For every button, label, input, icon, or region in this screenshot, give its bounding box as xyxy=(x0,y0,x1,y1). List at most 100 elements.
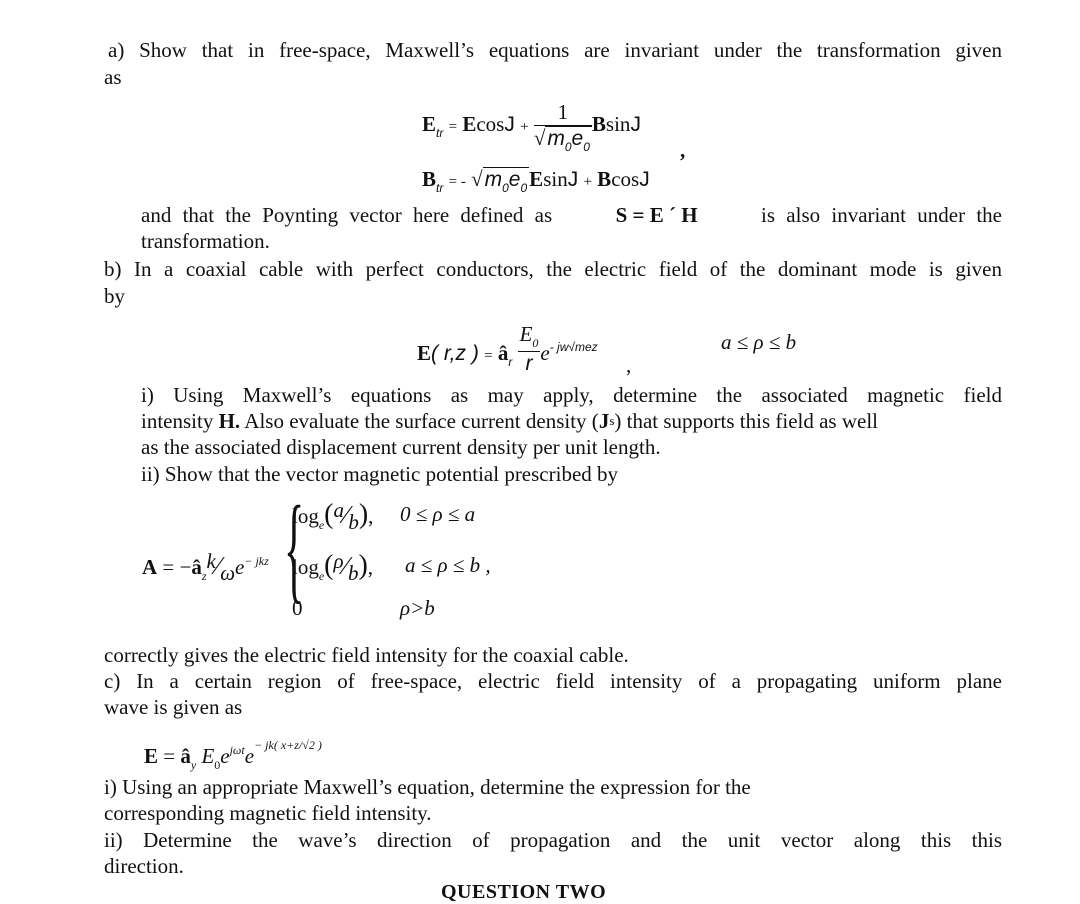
exponent: jωt xyxy=(229,743,245,757)
eq-angle: J xyxy=(504,113,515,136)
fraction-denominator: √m0e0 xyxy=(533,126,592,154)
sym-omega: ω xyxy=(220,561,236,585)
eq-term: B xyxy=(597,167,612,191)
eq-term: E xyxy=(462,112,477,136)
part-c-text-line2: wave is given as xyxy=(104,695,243,719)
case-condition-2: a ≤ ρ ≤ b , xyxy=(405,553,491,577)
equation-vector-potential: A = −âzk∕ωe− jkz xyxy=(142,549,269,585)
fraction-numerator: 1 xyxy=(533,100,592,126)
eq-fn: cos xyxy=(611,167,640,191)
part-b-i-line2: intensity H. Also evaluate the surface c… xyxy=(141,408,1002,434)
exp-base: e xyxy=(540,341,550,365)
case-row-2: loge(ρ∕b), xyxy=(292,549,374,585)
eq-fraction: 1 √m0e0 xyxy=(533,100,592,154)
eq-fraction: E0 r xyxy=(517,322,541,376)
part-c-ii-line1: ii) Determine the wave’s direction of pr… xyxy=(104,828,1002,852)
part-a-text-line2: as xyxy=(104,65,122,89)
equation-plane-wave: E = ây E0ejωte− jk( x+z/√2 ) xyxy=(144,738,322,773)
unit-vector: â xyxy=(497,341,509,365)
part-b-ii-line2: correctly gives the electric field inten… xyxy=(104,643,629,667)
eq-symbol: B xyxy=(422,167,437,191)
amplitude: E xyxy=(201,744,215,768)
fn-log: log xyxy=(292,555,319,579)
case-sep: , xyxy=(367,555,374,579)
eq-equals: = xyxy=(448,119,458,135)
eq-args: ( r,z ) xyxy=(431,342,479,365)
part-a-text-line4: transformation. xyxy=(141,229,270,253)
exponent: - jw√mez xyxy=(549,340,598,354)
text-segment: is also invariant under the xyxy=(761,203,1002,227)
eq-equals: = − xyxy=(162,555,192,579)
equation-B-transform: Btr = - √m0e0EsinJ + BcosJ xyxy=(422,167,650,195)
case-condition-3: ρ>b xyxy=(400,596,435,620)
range-condition: a ≤ ρ ≤ b xyxy=(721,330,797,354)
sym-k: k xyxy=(206,549,216,573)
eq-fn: sin xyxy=(543,167,568,191)
exp-base: e xyxy=(220,744,230,768)
unit-subscript: y xyxy=(190,758,197,772)
exponent: − jkz xyxy=(244,554,269,568)
exp-base: e xyxy=(244,744,255,768)
eq-term: E xyxy=(529,167,544,191)
eq-equals: = - xyxy=(448,174,466,190)
eq-symbol: E xyxy=(417,341,432,365)
eq-plus: + xyxy=(520,119,529,135)
text-segment: and that the Poynting vector here define… xyxy=(141,203,553,227)
eq-comma: , xyxy=(626,353,632,377)
equation-coax-E-field: E( r,z ) = âr E0 r e- jw√mez xyxy=(417,322,598,376)
fraction-numerator: E0 xyxy=(517,322,541,352)
part-b-ii-line1: ii) Show that the vector magnetic potent… xyxy=(141,462,619,486)
eq-plus: + xyxy=(583,174,592,190)
fraction-denominator: r xyxy=(525,352,533,375)
case-den: b xyxy=(347,561,359,585)
case-condition-1: 0 ≤ ρ ≤ a xyxy=(400,502,476,526)
exp-base: e xyxy=(235,555,245,579)
part-a-text-line1: a) Show that in free-space, Maxwell’s eq… xyxy=(108,38,1002,62)
eq-fn: cos xyxy=(476,112,505,136)
eq-term: B xyxy=(591,112,606,136)
equation-E-transform: Etr = EcosJ + 1 √m0e0 BsinJ xyxy=(422,100,641,154)
sub-0: 0 xyxy=(502,181,509,195)
case-den: b xyxy=(348,510,359,534)
eq-equals: = xyxy=(163,744,176,768)
eq-equals: = xyxy=(484,348,493,364)
eq-angle: J xyxy=(630,113,641,136)
part-c-ii-line2: direction. xyxy=(104,854,184,878)
eq-angle: J xyxy=(567,168,579,191)
eq-angle: J xyxy=(639,168,650,191)
sym-e: e xyxy=(508,168,521,191)
text-segment: intensity xyxy=(141,409,214,433)
sub-0: 0 xyxy=(583,140,590,154)
eq-symbol: A xyxy=(142,555,158,579)
symbol-J: J xyxy=(598,409,610,433)
sym-m: m xyxy=(547,127,565,150)
eq-symbol: E xyxy=(144,744,159,768)
part-c-text-line1: c) In a certain region of free-space, el… xyxy=(104,669,1002,693)
exponent: − jk( x+z/√2 ) xyxy=(254,738,322,752)
part-b-i-line3: as the associated displacement current d… xyxy=(141,435,661,459)
eq-subscript: tr xyxy=(436,181,444,195)
eq-symbol: E xyxy=(422,112,437,136)
unit-subscript: r xyxy=(508,355,513,369)
part-b-i-line1: i) Using Maxwell’s equations as may appl… xyxy=(141,383,1002,407)
eq-subscript: tr xyxy=(436,126,444,140)
part-c-i-line2: corresponding magnetic field intensity. xyxy=(104,801,432,825)
text-segment: ) that supports this field as well xyxy=(614,409,879,433)
case-num: ρ xyxy=(333,549,344,573)
unit-vector: â xyxy=(191,555,202,579)
case-row-1: loge(a∕b), xyxy=(292,498,374,534)
part-b-text-line2: by xyxy=(104,284,125,308)
poynting-vector: S = E ´ H xyxy=(615,203,698,227)
symbol-H: H. xyxy=(218,409,241,433)
sym-E: E xyxy=(519,322,533,346)
case-row-3: 0 xyxy=(292,596,303,620)
case-num: a xyxy=(333,498,345,522)
sub-0: 0 xyxy=(564,140,572,154)
part-b-text-line1: b) In a coaxial cable with perfect condu… xyxy=(104,257,1002,281)
sym-e: e xyxy=(571,127,584,150)
sub-0: 0 xyxy=(520,181,528,195)
eq-comma: , xyxy=(680,138,686,162)
sym-m: m xyxy=(484,168,503,191)
sub-0: 0 xyxy=(532,336,539,350)
section-heading: QUESTION TWO xyxy=(441,881,607,903)
